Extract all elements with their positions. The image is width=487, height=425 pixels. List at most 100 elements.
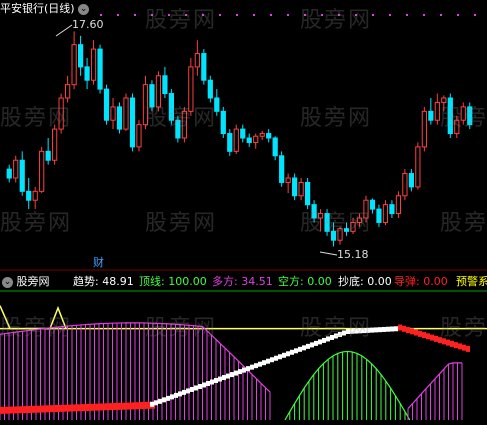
trend-block	[238, 369, 242, 375]
watermark: 股旁网	[300, 106, 373, 131]
watermark: 股旁网	[145, 211, 218, 236]
guide-block	[70, 404, 75, 412]
trend-readout: 趋势: 48.91	[73, 273, 134, 289]
guide-block	[45, 405, 50, 413]
candle-body	[272, 137, 278, 157]
watermark: 股旁网	[300, 8, 373, 33]
top-dot-marker	[270, 14, 272, 16]
trend-block	[278, 354, 282, 360]
candle-body	[428, 110, 434, 121]
candle-body	[304, 181, 311, 206]
collapse-icon[interactable]: ⌄	[78, 3, 90, 15]
low-leader-line	[319, 251, 338, 256]
guide-block	[35, 405, 40, 413]
trend-block	[258, 361, 262, 367]
guide-block	[15, 406, 20, 414]
watermark: 股旁网	[440, 211, 487, 236]
trend-block	[182, 389, 186, 395]
candle-body	[259, 133, 265, 137]
candle-body	[227, 133, 233, 152]
guide-label: 导弹:	[394, 275, 420, 288]
candle-body	[408, 173, 414, 188]
candle-body	[415, 146, 421, 188]
guide-value: 0.00	[423, 275, 448, 288]
guide-block	[414, 329, 418, 336]
guide-block	[25, 406, 30, 413]
guide-block	[65, 404, 70, 412]
trend-block	[166, 395, 170, 401]
top-label: 顶线:	[139, 275, 165, 288]
indicator-panel	[0, 305, 487, 421]
trend-block	[198, 383, 202, 389]
short-label: 空方:	[278, 275, 304, 288]
watermark: 股旁网	[300, 316, 373, 341]
trend-block	[154, 400, 158, 406]
trend-block	[306, 343, 310, 349]
candle-body	[84, 66, 90, 81]
trend-block	[178, 391, 182, 397]
watermark: 股旁网	[145, 8, 218, 33]
guide-block	[10, 406, 15, 414]
candle-body	[201, 53, 207, 81]
trend-label: 趋势:	[73, 275, 99, 288]
candle-body	[26, 190, 32, 201]
candle-body	[129, 97, 136, 148]
guide-block	[430, 334, 434, 341]
top-dot-marker	[287, 14, 289, 16]
candle-body	[434, 101, 440, 121]
candle-body	[19, 159, 25, 192]
candle-body	[240, 128, 246, 139]
event-marker[interactable]: 财	[93, 256, 104, 270]
candle-body	[97, 48, 103, 90]
chart-title: 平安银行(日线) ⌄	[0, 2, 90, 16]
trend-block	[158, 398, 162, 404]
watermark: 股旁网	[145, 316, 218, 341]
indicator-name: 股旁网	[16, 275, 50, 288]
candle-body	[279, 155, 285, 183]
trend-block	[246, 366, 250, 372]
watermark: 股旁网	[300, 211, 373, 236]
short-readout: 空方: 0.00	[278, 273, 332, 289]
guide-block	[454, 342, 458, 349]
guide-block	[90, 403, 95, 411]
guide-block	[410, 328, 414, 335]
top-dot-marker	[474, 14, 476, 16]
guide-block	[0, 406, 5, 414]
guide-block	[140, 402, 145, 410]
guide-block	[85, 403, 90, 411]
trend-block	[310, 342, 314, 348]
guide-block	[398, 324, 402, 331]
trend-block	[386, 326, 390, 332]
watermark: 股旁网	[0, 106, 73, 131]
candle-body	[39, 150, 45, 192]
bottom-value: 0.00	[367, 275, 392, 288]
top-dot-marker	[100, 14, 102, 16]
bottom-label: 抄底:	[338, 275, 364, 288]
guide-block	[462, 344, 466, 351]
guide-block	[110, 403, 115, 411]
watermark: 股旁网	[440, 106, 487, 131]
guide-block	[5, 406, 10, 414]
candle-body	[246, 137, 252, 143]
candle-body	[395, 195, 402, 215]
trend-block	[186, 388, 190, 394]
guide-block	[418, 330, 422, 337]
trend-block	[262, 360, 266, 366]
guide-block	[125, 402, 130, 410]
guide-block	[135, 402, 140, 410]
guide-block	[458, 343, 462, 350]
collapse-icon[interactable]: ⌄	[2, 276, 13, 288]
guide-block	[406, 327, 410, 334]
candle-body	[13, 159, 19, 179]
watermark: 股旁网	[0, 316, 73, 341]
long-readout: 多方: 34.51	[212, 273, 273, 289]
trend-block	[194, 385, 198, 391]
watermark: 股旁网	[440, 316, 487, 341]
top-dot-marker	[423, 14, 425, 16]
candle-body	[77, 44, 84, 68]
chart-canvas	[0, 14, 487, 421]
candle-body	[292, 177, 298, 197]
trend-block	[230, 372, 234, 378]
long-label: 多方:	[212, 275, 238, 288]
trend-block	[282, 352, 286, 358]
